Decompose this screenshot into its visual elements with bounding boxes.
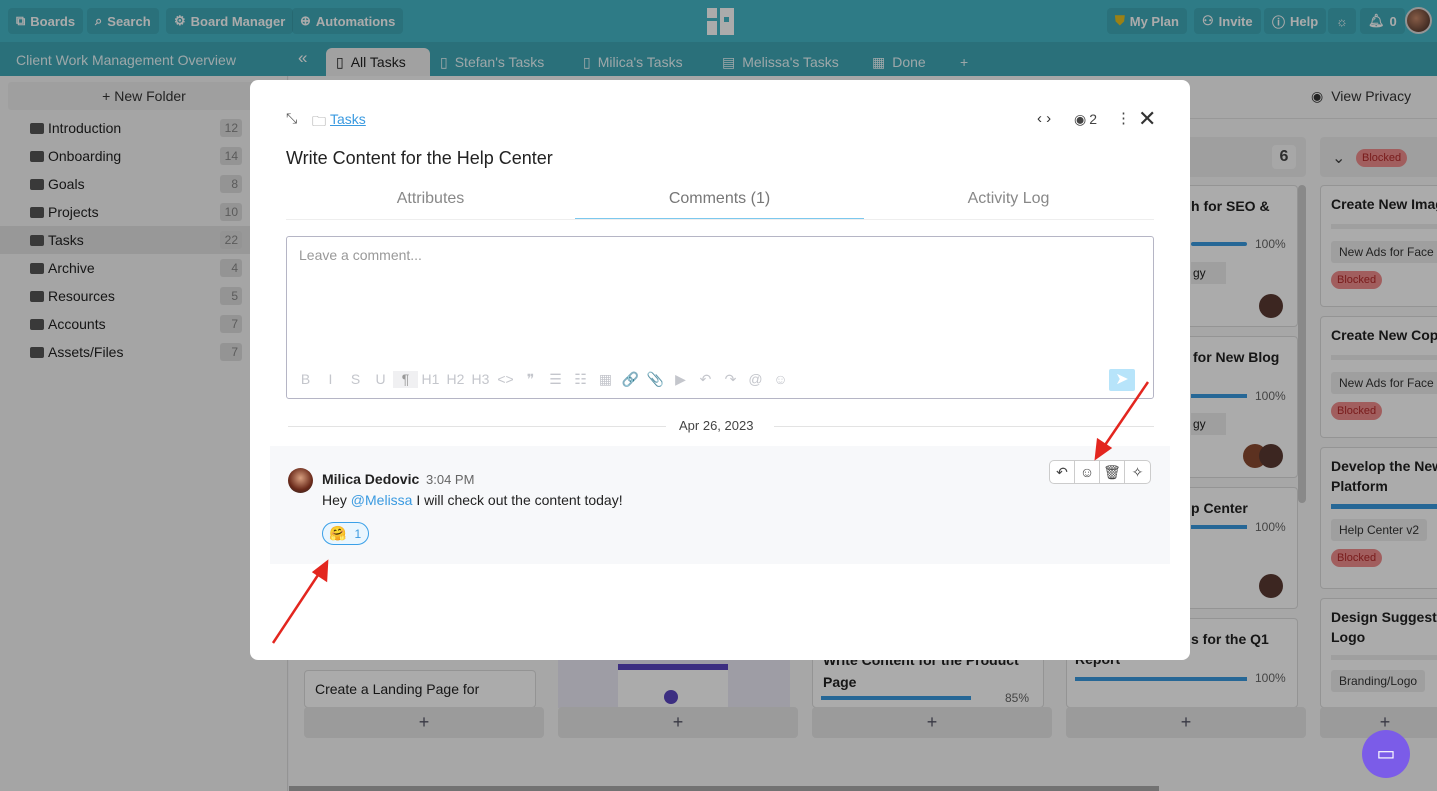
arrow-to-reaction <box>271 571 322 644</box>
annotation-arrows <box>271 381 1150 644</box>
arrow-to-emoji-button <box>1101 381 1150 449</box>
